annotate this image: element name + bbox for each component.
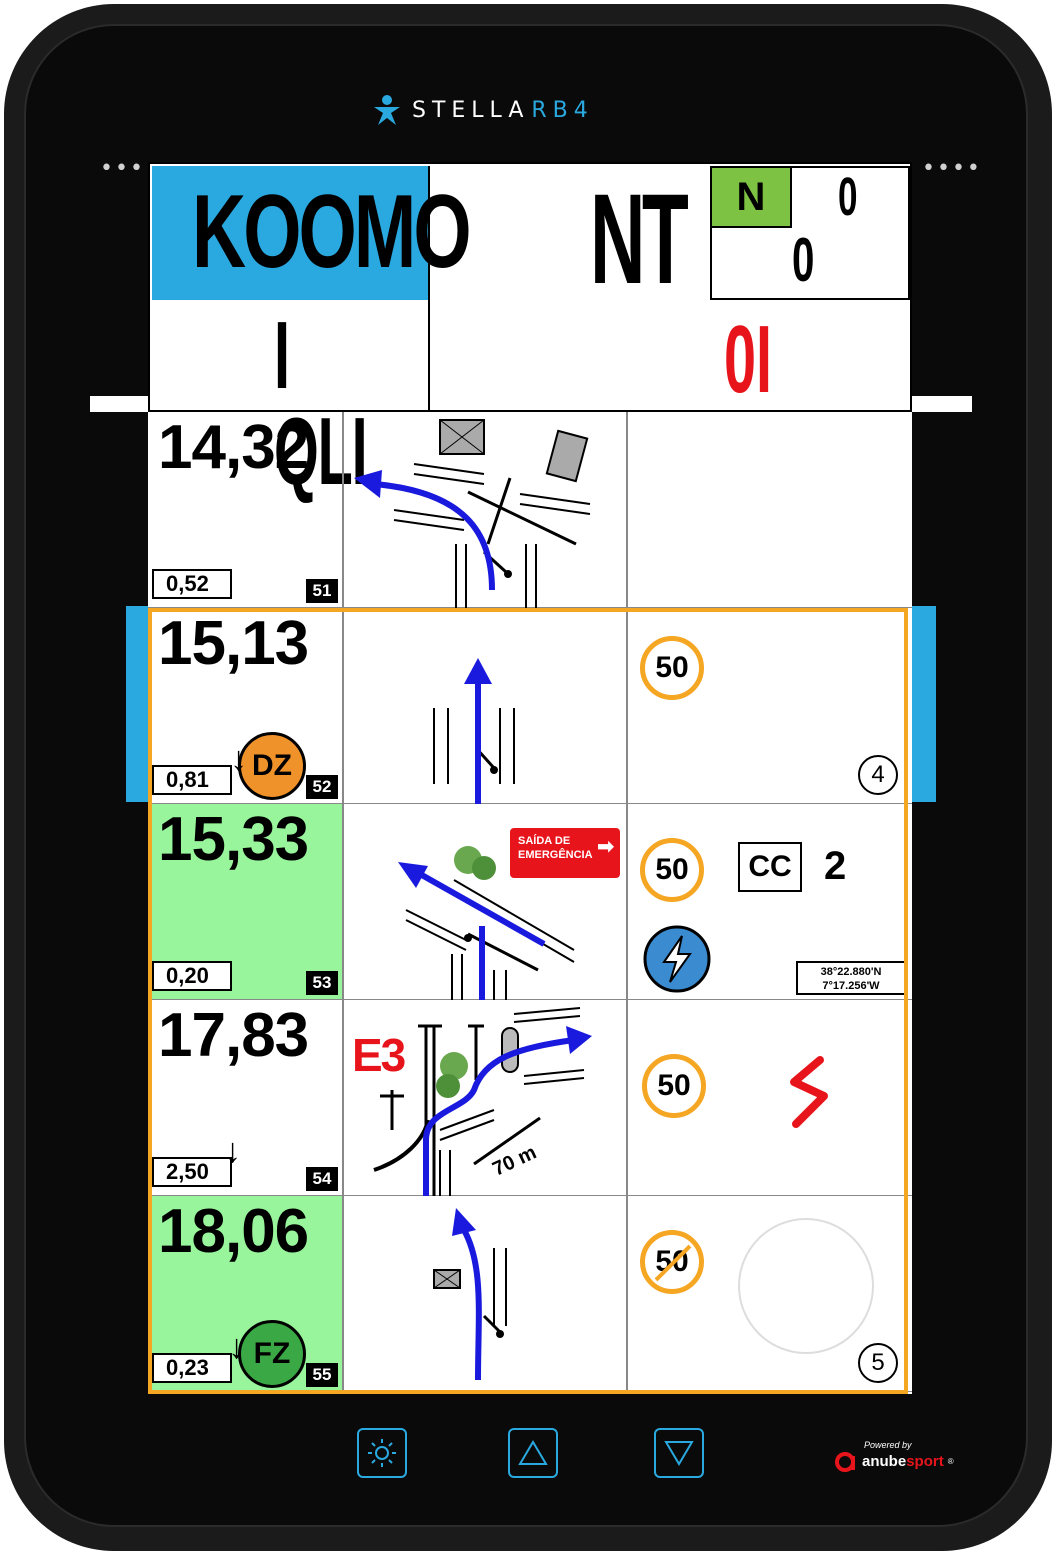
box-number: 54: [306, 1167, 338, 1191]
box-number: 53: [306, 971, 338, 995]
status-badge: N: [712, 168, 792, 228]
bezel-dots-right: ••••: [922, 156, 982, 181]
speed-limit-sign: 50: [640, 838, 704, 902]
company-name-anube: anube: [862, 1452, 907, 1470]
status-top-value: 0: [838, 167, 858, 227]
sun-icon: [368, 1439, 396, 1467]
company-name-sport: sport: [906, 1452, 944, 1470]
brightness-button[interactable]: [357, 1428, 407, 1478]
box-number: 51: [306, 579, 338, 603]
trip-header: KOOMO I QLI NT N 0 0 0I: [148, 162, 912, 500]
distance-cell: 15,33 0,20 53: [148, 804, 344, 1000]
tulip-cell: SAÍDA DE EMERGÊNCIA ➡: [344, 804, 628, 1000]
winding-road-icon: [790, 1056, 828, 1128]
numbered-circle: 5: [858, 1343, 898, 1383]
total-distance: 15,33: [158, 805, 309, 874]
powered-by-text: Powered by: [864, 1440, 912, 1450]
tulip-cell: [344, 608, 628, 804]
total-distance: 17,83: [158, 1001, 309, 1070]
brand-name-rb4: RB4: [531, 97, 594, 123]
partial-distance: 0,81: [152, 765, 232, 795]
tulip-cell: [344, 412, 628, 608]
gps-latitude: 38°22.880'N: [820, 966, 882, 978]
triangle-up-icon: [518, 1440, 548, 1465]
speed-limit-sign: 50: [642, 1054, 706, 1118]
total-distance: 14,32: [158, 413, 309, 482]
total-distance: 18,06: [158, 1197, 309, 1266]
triangle-down-icon: [664, 1441, 694, 1466]
total-distance: 15,13: [158, 609, 309, 678]
scroll-up-button[interactable]: [508, 1428, 558, 1478]
tulip-cell: E3 70 m: [344, 1000, 628, 1196]
tulip-diagram-icon: [354, 419, 591, 608]
right-arrow-icon: ➡: [597, 836, 614, 858]
cc-value: 2: [824, 844, 847, 888]
powered-by-logo: Powered by anube sport ®: [834, 1440, 954, 1472]
active-row-marker-right: [912, 606, 936, 802]
tulip-diagram-icon: [433, 658, 515, 804]
zone-badge: FZ: [238, 1320, 306, 1388]
box-number: 55: [306, 1363, 338, 1387]
info-cell: [628, 412, 912, 608]
partial-distance: 0,20: [152, 961, 232, 991]
faded-circle-icon: [738, 1218, 874, 1354]
trip-left-panel: KOOMO I QLI: [152, 166, 472, 500]
roadbook-row-54[interactable]: 17,83 2,50 ↓ 54 E3 70 m 50: [148, 1000, 912, 1196]
distance-cell: 18,06 0,23 FZ ↓ 55: [148, 1196, 344, 1392]
distance-cell: 15,13 0,81 DZ ↓ 52: [148, 608, 344, 804]
tulip-diagram-icon: [433, 1208, 507, 1381]
waypoint-label: E3: [352, 1029, 406, 1081]
brand-name-stella: STELLA: [412, 97, 530, 123]
speed-limit-end-sign: 50: [640, 1230, 704, 1294]
down-arrow-icon: ↓: [224, 1132, 241, 1170]
speed-limit-sign: 50: [640, 636, 704, 700]
info-cell: 50: [628, 1000, 912, 1196]
brand-logo: STELLA RB4: [370, 90, 700, 130]
active-row-marker-left: [126, 606, 150, 802]
tulip-cell: [344, 1196, 628, 1392]
odometer-panel: KOOMO: [152, 166, 472, 300]
scroll-down-button[interactable]: [654, 1428, 704, 1478]
distance-cell: 17,83 2,50 ↓ 54: [148, 1000, 344, 1196]
partial-distance: 0,23: [152, 1353, 232, 1383]
zone-badge: DZ: [238, 732, 306, 800]
gps-longitude: 7°17.256'W: [822, 980, 880, 992]
info-cell: 50 CC 2 38°22.880'N 7°17.256'W: [628, 804, 912, 1000]
box-number: 52: [306, 775, 338, 799]
numbered-circle: 4: [858, 755, 898, 795]
status-bottom-value: 0: [792, 226, 815, 295]
runner-icon: [374, 95, 400, 125]
partial-distance: 0,52: [152, 569, 232, 599]
separator-left: [90, 396, 154, 412]
emergency-exit-sign: SAÍDA DE EMERGÊNCIA ➡: [510, 828, 620, 878]
roadbook-row-53[interactable]: 15,33 0,20 53 SAÍDA DE EMERGÊNCIA ➡ 50 C…: [148, 804, 912, 1000]
roadbook-row-52[interactable]: 15,13 0,81 DZ ↓ 52 50 4: [148, 608, 912, 804]
red-counter-value: 0I: [724, 306, 773, 413]
odometer-value: KOOMO: [192, 174, 472, 290]
registered-mark: ®: [947, 1456, 954, 1466]
status-box: N 0 0: [710, 166, 910, 300]
distance-cell: 14,32 0,52 51: [148, 412, 344, 608]
roadbook-screen[interactable]: KOOMO I QLI NT N 0 0 0I 14,32 0,52 51 15…: [148, 162, 912, 1394]
trip-center-value: NT: [590, 168, 689, 311]
down-arrow-icon: ↓: [228, 1328, 245, 1366]
roadbook-row-55[interactable]: 18,06 0,23 FZ ↓ 55 50: [148, 1196, 912, 1392]
separator-right: [906, 396, 972, 412]
down-arrow-icon: ↓: [230, 740, 247, 778]
info-cell: 50 4: [628, 608, 912, 804]
anubesport-logo-icon: [835, 1452, 855, 1472]
info-cell: 50 5: [628, 1196, 912, 1392]
cc-box: CC: [738, 842, 802, 892]
roadbook-row-51[interactable]: 14,32 0,52 51: [148, 412, 912, 608]
partial-distance: 2,50: [152, 1157, 232, 1187]
danger-lightning-icon: [643, 925, 711, 993]
gps-coordinates: 38°22.880'N 7°17.256'W: [796, 961, 906, 995]
